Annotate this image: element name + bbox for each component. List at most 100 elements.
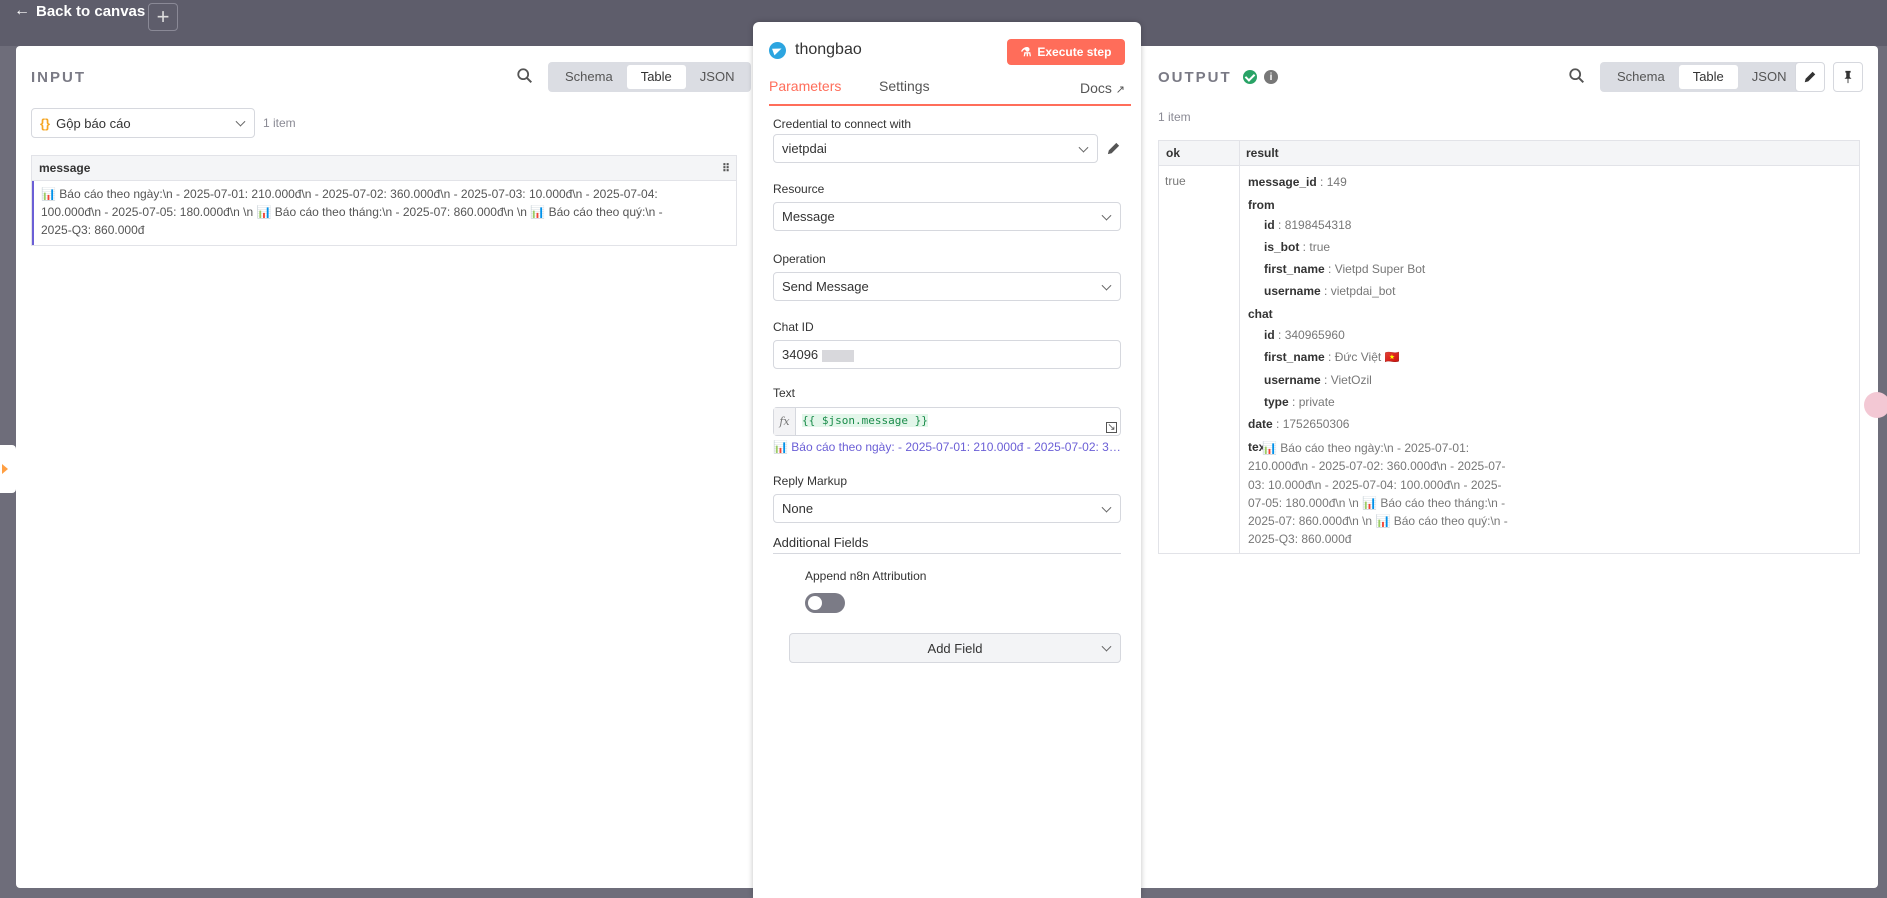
- pin-output-button[interactable]: [1833, 62, 1863, 92]
- check-circle-icon: [1243, 70, 1257, 84]
- fx-icon: fx: [774, 408, 796, 435]
- text-line: 2025-07: 860.000đ\n \n 📊 Báo cáo theo qu…: [1248, 514, 1508, 529]
- value: true: [1309, 240, 1331, 254]
- key: message_id: [1248, 175, 1317, 189]
- key: username: [1264, 373, 1321, 387]
- chat-id-value: 34096: [782, 347, 819, 362]
- chat-id-label: Chat ID: [773, 320, 814, 334]
- input-cell-line: 📊 Báo cáo theo ngày:\n - 2025-07-01: 210…: [41, 187, 658, 201]
- chevron-down-icon: [1101, 641, 1112, 652]
- result-username[interactable]: username : vietpdai_bot: [1264, 284, 1395, 298]
- credential-select[interactable]: vietpdai: [773, 134, 1098, 163]
- result-chat[interactable]: chat: [1248, 307, 1273, 321]
- docs-label: Docs: [1079, 80, 1112, 96]
- expression-code: {{ $json.message }}: [796, 408, 934, 435]
- translate-widget-icon[interactable]: [1864, 392, 1887, 418]
- info-icon[interactable]: i: [1264, 70, 1278, 84]
- braces-icon: {}: [40, 115, 51, 131]
- input-cell-line: 100.000đ\n - 2025-07-05: 180.000đ\n \n 📊…: [41, 205, 663, 219]
- input-tab-schema[interactable]: Schema: [551, 65, 627, 89]
- result-from-id[interactable]: id : 8198454318: [1264, 218, 1351, 232]
- search-icon[interactable]: [1568, 67, 1586, 85]
- ok-value[interactable]: true: [1165, 174, 1186, 188]
- result-message-id[interactable]: message_id : 149: [1248, 175, 1347, 189]
- node-parameters-panel: thongbao ⚗ Execute step Parameters Setti…: [753, 22, 1141, 898]
- tab-settings[interactable]: Settings: [879, 78, 930, 94]
- text-line: 📊 Báo cáo theo ngày:\n - 2025-07-01:: [1262, 441, 1470, 455]
- output-table-header: ok result: [1159, 141, 1859, 166]
- column-divider: [1239, 141, 1240, 553]
- output-tab-table[interactable]: Table: [1678, 65, 1738, 89]
- result-chat-id[interactable]: id : 340965960: [1264, 328, 1345, 342]
- value: private: [1298, 395, 1335, 409]
- output-tab-schema[interactable]: Schema: [1603, 65, 1679, 89]
- input-node-select[interactable]: {} Gộp báo cáo: [31, 108, 255, 138]
- result-is-bot[interactable]: is_bot : true: [1264, 240, 1330, 254]
- input-drag-handle[interactable]: [0, 445, 16, 493]
- text-line: 03: 10.000đ\n - 2025-07-04: 100.000đ\n -…: [1248, 477, 1502, 492]
- value: Đức Việt 🇻🇳: [1334, 350, 1400, 364]
- key: first_name: [1264, 262, 1325, 276]
- reply-markup-value: None: [782, 501, 814, 516]
- tab-underline: [769, 104, 1131, 106]
- tab-parameters[interactable]: Parameters: [769, 78, 841, 94]
- pencil-icon[interactable]: [1106, 141, 1121, 156]
- input-cell-line: 2025-Q3: 860.000đ: [41, 223, 145, 237]
- execute-step-label: Execute step: [1037, 45, 1112, 59]
- input-tab-table[interactable]: Table: [626, 65, 686, 89]
- text-line: 210.000đ\n - 2025-07-02: 360.000đ\n - 20…: [1248, 459, 1506, 474]
- chat-id-input[interactable]: 34096: [773, 340, 1121, 369]
- additional-fields-divider: [773, 553, 1121, 554]
- expression-text: {{ $json.message }}: [802, 414, 928, 427]
- grip-icon[interactable]: ⠿: [722, 162, 730, 175]
- result-chat-username[interactable]: username : VietOzil: [1264, 373, 1372, 387]
- search-icon[interactable]: [516, 67, 534, 85]
- key: username: [1264, 284, 1321, 298]
- append-attribution-toggle[interactable]: [805, 593, 845, 613]
- column-ok[interactable]: ok: [1159, 141, 1239, 165]
- add-field-button[interactable]: Add Field: [789, 633, 1121, 663]
- input-tab-json[interactable]: JSON: [686, 65, 749, 89]
- reply-markup-label: Reply Markup: [773, 474, 848, 488]
- value: 340965960: [1284, 328, 1345, 342]
- input-column-header[interactable]: message ⠿: [32, 156, 736, 181]
- additional-fields-label: Additional Fields: [773, 535, 869, 550]
- key: from: [1248, 198, 1275, 212]
- result-chat-type[interactable]: type : private: [1264, 395, 1335, 409]
- reply-markup-select[interactable]: None: [773, 494, 1121, 523]
- docs-link[interactable]: Docs ↗: [1080, 80, 1125, 96]
- output-panel-title: OUTPUT: [1158, 69, 1232, 86]
- value: VietOzil: [1330, 373, 1372, 387]
- result-date[interactable]: date : 1752650306: [1248, 417, 1349, 431]
- arrow-left-icon: ←: [14, 2, 30, 19]
- result-from[interactable]: from: [1248, 198, 1275, 212]
- resource-select[interactable]: Message: [773, 202, 1121, 231]
- value: 8198454318: [1284, 218, 1352, 232]
- output-item-count: 1 item: [1158, 110, 1191, 124]
- key: chat: [1248, 307, 1273, 321]
- expand-icon[interactable]: ↘: [1106, 422, 1117, 433]
- key: id: [1264, 328, 1275, 342]
- text-expression-input[interactable]: fx {{ $json.message }} ↘: [773, 407, 1121, 436]
- input-column-label: message: [39, 161, 91, 175]
- input-view-switch: Schema Table JSON: [548, 62, 752, 92]
- text-label: Text: [773, 386, 796, 400]
- edit-output-button[interactable]: [1795, 62, 1825, 92]
- node-name[interactable]: thongbao: [795, 41, 862, 59]
- operation-value: Send Message: [782, 279, 869, 294]
- result-chat-first-name[interactable]: first_name : Đức Việt 🇻🇳: [1264, 350, 1400, 364]
- execute-step-button[interactable]: ⚗ Execute step: [1007, 39, 1125, 65]
- resource-label: Resource: [773, 182, 825, 196]
- operation-select[interactable]: Send Message: [773, 272, 1121, 301]
- result-text-value[interactable]: 📊 Báo cáo theo ngày:\n - 2025-07-01: 210…: [1248, 439, 1562, 549]
- value: vietpdai_bot: [1330, 284, 1396, 298]
- expression-preview: 📊 Báo cáo theo ngày: - 2025-07-01: 210.0…: [773, 440, 1121, 454]
- flask-icon: ⚗: [1020, 45, 1032, 59]
- result-first-name[interactable]: first_name : Vietpd Super Bot: [1264, 262, 1425, 276]
- back-to-canvas-link[interactable]: ← Back to canvas: [14, 2, 145, 20]
- column-result[interactable]: result: [1239, 141, 1286, 165]
- input-cell[interactable]: 📊 Báo cáo theo ngày:\n - 2025-07-01: 210…: [32, 181, 736, 245]
- add-node-button[interactable]: +: [148, 3, 178, 31]
- output-tab-json[interactable]: JSON: [1738, 65, 1801, 89]
- pencil-icon: [1804, 71, 1816, 83]
